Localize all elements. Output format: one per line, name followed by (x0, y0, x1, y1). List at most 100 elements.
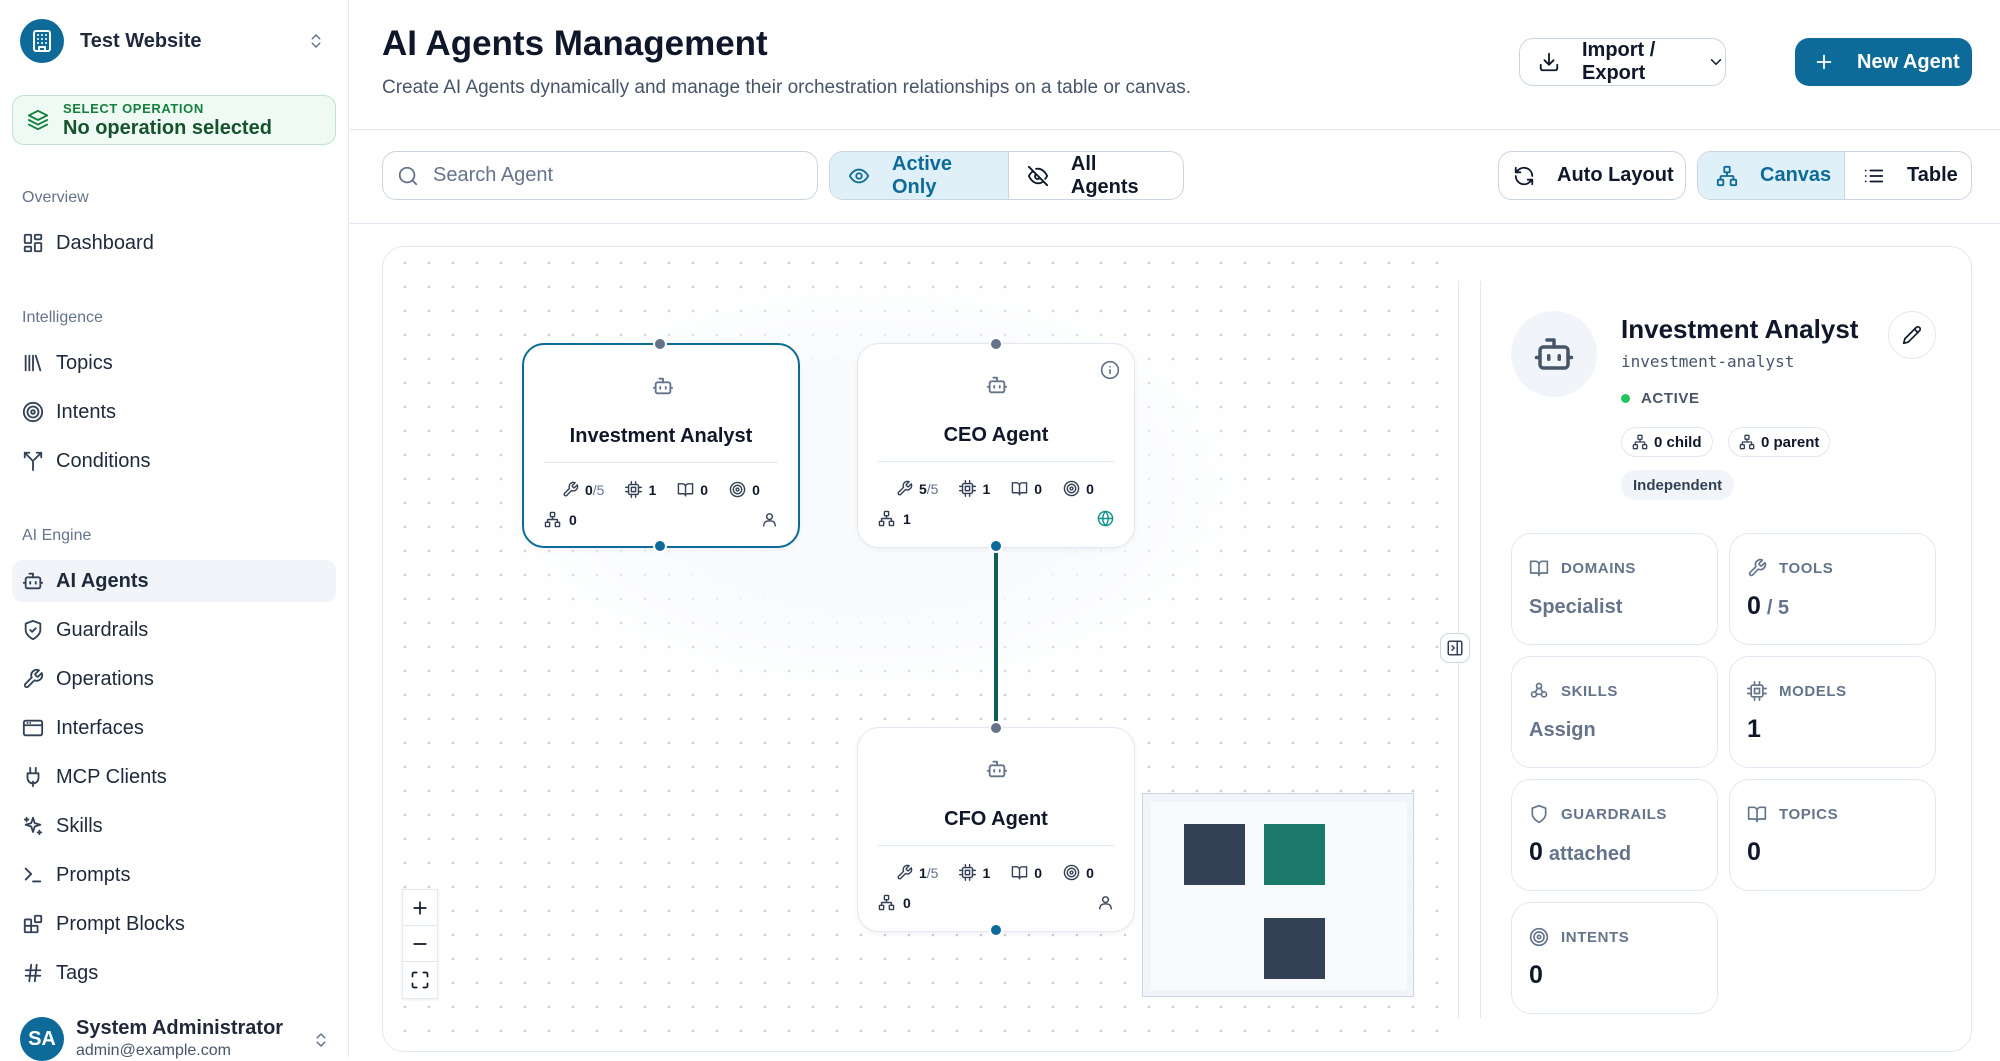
children-count: 0 (903, 894, 911, 911)
sidebar-item-topics[interactable]: Topics (12, 342, 336, 384)
user-icon (761, 511, 778, 528)
layers-icon (27, 109, 49, 131)
guardrails-card[interactable]: GUARDRAILS 0 attached (1511, 779, 1718, 891)
node-input-handle[interactable] (653, 337, 667, 351)
target-icon (22, 401, 44, 423)
auto-layout-button[interactable]: Auto Layout (1498, 151, 1686, 200)
page-header: AI Agents Management Create AI Agents dy… (350, 0, 2000, 130)
card-value: 1 (1747, 715, 1761, 743)
view-switcher: Canvas Table (1697, 151, 1972, 200)
edit-agent-button[interactable] (1888, 311, 1936, 359)
sidebar-item-prompts[interactable]: Prompts (12, 854, 336, 896)
chevrons-up-down-icon (312, 1031, 330, 1049)
active-only-toggle[interactable]: Active Only (830, 152, 1008, 199)
network-icon (1632, 434, 1648, 450)
collapse-panel-button[interactable] (1440, 633, 1470, 663)
flow-canvas[interactable]: Investment Analyst 0/5 1 0 0 0 CEO Agent… (383, 247, 1458, 1051)
node-input-handle[interactable] (989, 337, 1003, 351)
blocks-icon (22, 913, 44, 935)
card-title: TOPICS (1779, 805, 1839, 823)
agent-avatar (1511, 311, 1597, 397)
table-view-tab[interactable]: Table (1844, 152, 1971, 199)
all-agents-toggle[interactable]: All Agents (1007, 152, 1183, 199)
node-output-handle[interactable] (653, 539, 667, 553)
shield-icon (1529, 804, 1549, 824)
search-box[interactable] (382, 151, 818, 200)
wrench-icon (896, 480, 913, 497)
operation-selector[interactable]: SELECT OPERATION No operation selected (12, 95, 336, 145)
user-menu[interactable]: SA System Administrator admin@example.co… (20, 1017, 330, 1061)
sidebar-item-mcp-clients[interactable]: MCP Clients (12, 756, 336, 798)
minimap-node (1264, 824, 1325, 885)
sidebar-item-skills[interactable]: Skills (12, 805, 336, 847)
plug-icon (22, 766, 44, 788)
node-output-handle[interactable] (989, 923, 1003, 937)
new-agent-button[interactable]: New Agent (1795, 38, 1972, 86)
agent-slug: investment-analyst (1621, 352, 1795, 371)
info-icon[interactable] (1100, 360, 1120, 380)
sidebar-item-ai-agents[interactable]: AI Agents (12, 560, 336, 602)
domains-card[interactable]: DOMAINS Specialist (1511, 533, 1718, 645)
children-count: 0 (569, 511, 577, 528)
chevron-down-icon (1707, 53, 1725, 71)
agent-detail-panel: Investment Analyst investment-analyst AC… (1478, 247, 1971, 1051)
zoom-out-button[interactable] (403, 926, 437, 962)
node-output-handle[interactable] (989, 539, 1003, 553)
models-count: 1 (982, 480, 991, 497)
domains-count: 0 (1034, 864, 1043, 881)
sidebar-item-prompt-blocks[interactable]: Prompt Blocks (12, 903, 336, 945)
import-export-label: Import / Export (1582, 39, 1656, 84)
card-title: SKILLS (1561, 682, 1618, 700)
sidebar-item-label: Intents (56, 400, 117, 423)
sidebar-item-intents[interactable]: Intents (12, 391, 336, 433)
section-title-intelligence: Intelligence (22, 309, 103, 326)
sidebar-item-tags[interactable]: Tags (12, 952, 336, 994)
all-agents-label: All Agents (1070, 152, 1139, 198)
sidebar-item-dashboard[interactable]: Dashboard (12, 222, 336, 264)
models-card[interactable]: MODELS 1 (1729, 656, 1936, 768)
refresh-icon (1513, 165, 1535, 187)
minimap-node (1264, 918, 1325, 979)
minimap[interactable] (1142, 793, 1414, 997)
sidebar-item-operations[interactable]: Operations (12, 658, 336, 700)
status-dot (1621, 394, 1630, 403)
sidebar-item-conditions[interactable]: Conditions (12, 440, 336, 482)
split-icon (22, 450, 44, 472)
tools-total: /5 (926, 864, 939, 881)
panel-right-icon (1446, 639, 1464, 657)
agent-node-ceo-agent[interactable]: CEO Agent 5/5 1 0 0 1 (857, 343, 1135, 548)
models-count: 1 (982, 864, 991, 881)
agent-node-cfo-agent[interactable]: CFO Agent 1/5 1 0 0 0 (857, 727, 1135, 932)
library-icon (22, 352, 44, 374)
topics-card[interactable]: TOPICS 0 (1729, 779, 1936, 891)
tools-card[interactable]: TOOLS 0/ 5 (1729, 533, 1936, 645)
bot-icon (986, 758, 1008, 780)
sidebar-item-interfaces[interactable]: Interfaces (12, 707, 336, 749)
site-switcher[interactable]: Test Website (20, 18, 325, 64)
search-input[interactable] (433, 164, 793, 187)
zoom-in-button[interactable] (403, 890, 437, 926)
target-icon (1063, 480, 1080, 497)
operation-label: SELECT OPERATION (63, 100, 204, 116)
canvas-view-tab[interactable]: Canvas (1698, 152, 1844, 199)
agent-node-investment-analyst[interactable]: Investment Analyst 0/5 1 0 0 0 (522, 343, 800, 548)
section-title-overview: Overview (22, 189, 89, 206)
child-count-text: 0 child (1654, 433, 1702, 451)
chevrons-up-down-icon (307, 32, 325, 50)
book-icon (1529, 558, 1549, 578)
skills-card[interactable]: SKILLS Assign (1511, 656, 1718, 768)
eye-off-icon (1027, 165, 1049, 187)
user-icon (1097, 894, 1114, 911)
sidebar-item-label: Skills (56, 814, 103, 837)
card-value: 0 (1747, 592, 1761, 620)
child-count-pill: 0 child (1621, 427, 1713, 457)
intents-card[interactable]: INTENTS 0 (1511, 902, 1718, 1014)
book-icon (1011, 480, 1028, 497)
fit-view-button[interactable] (403, 962, 437, 998)
sparkles-icon (22, 815, 44, 837)
import-export-button[interactable]: Import / Export (1519, 38, 1726, 86)
target-icon (729, 481, 746, 498)
sidebar-item-guardrails[interactable]: Guardrails (12, 609, 336, 651)
node-input-handle[interactable] (989, 721, 1003, 735)
parent-count-text: 0 parent (1761, 433, 1820, 451)
